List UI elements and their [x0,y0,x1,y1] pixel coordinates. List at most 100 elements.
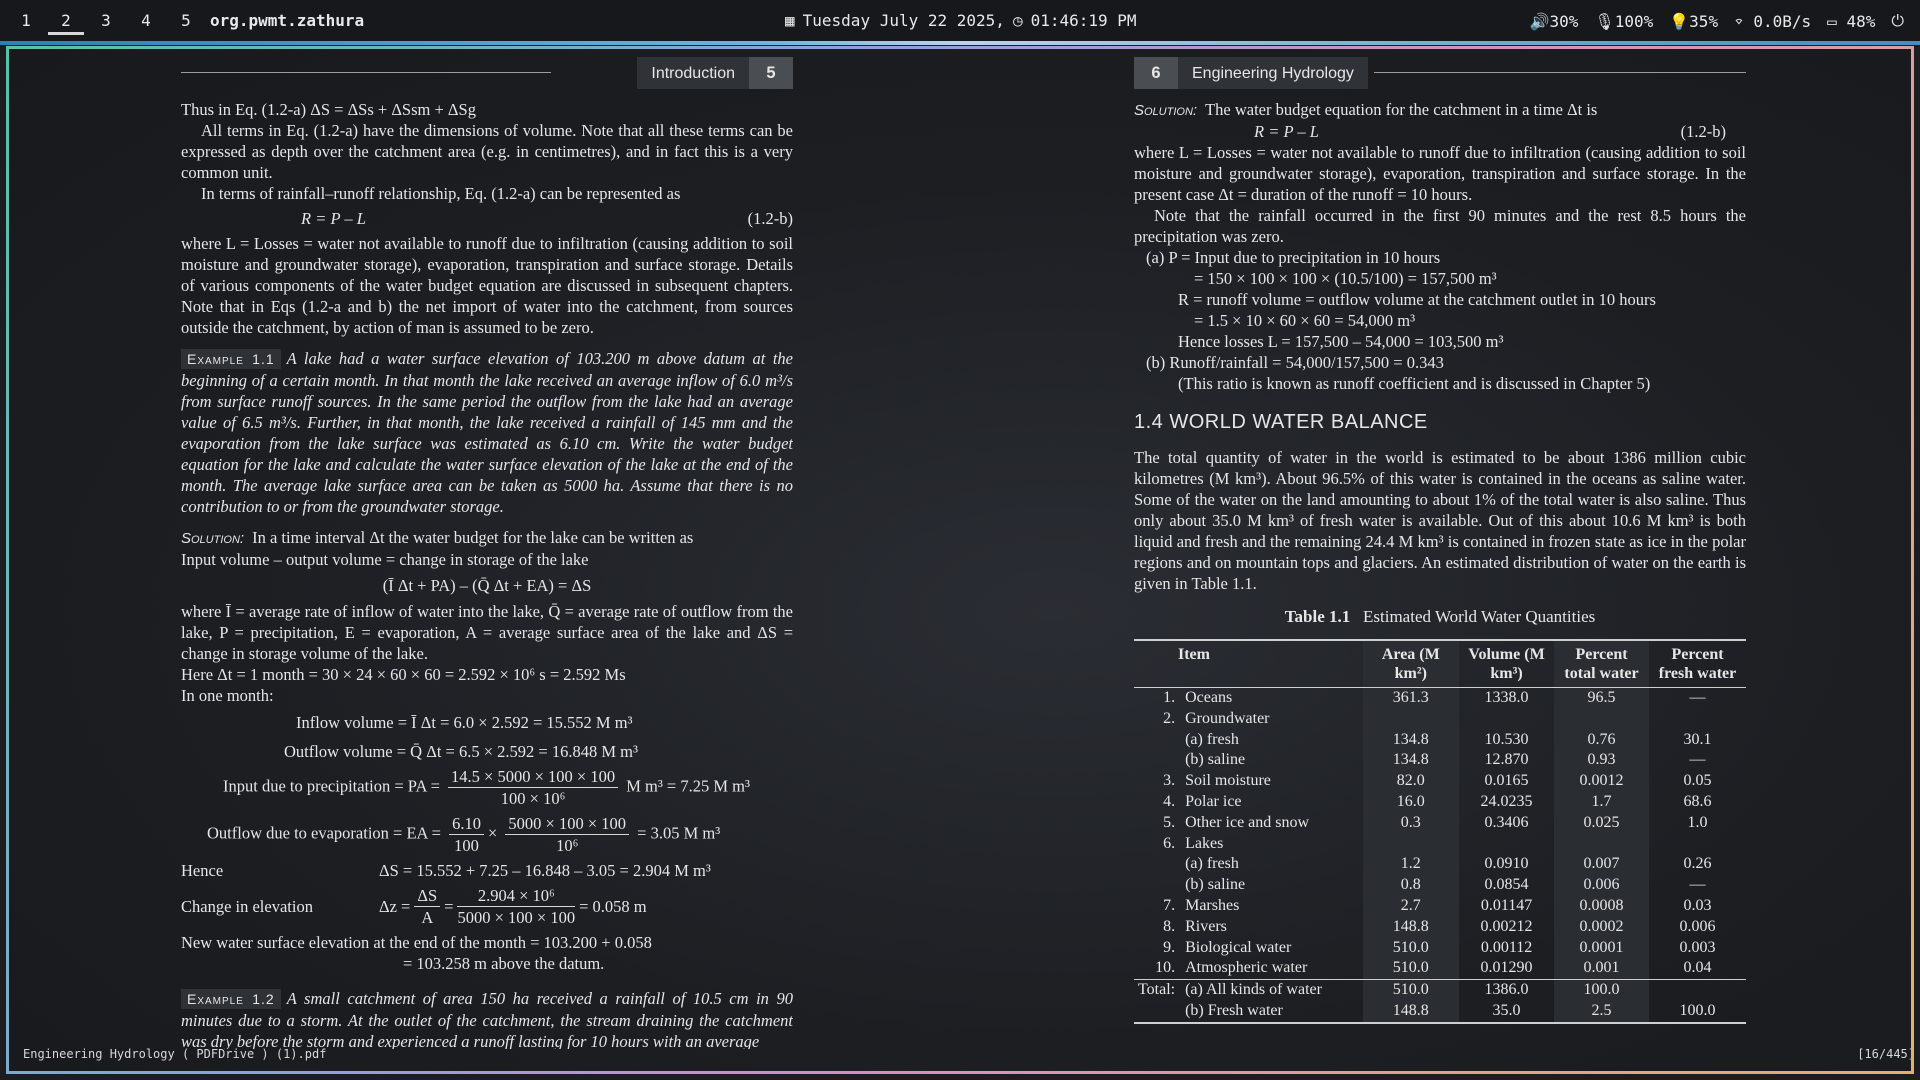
workspace-3[interactable]: 3 [88,11,124,30]
table-cell: Atmospheric water [1185,959,1308,977]
page-indicator: [16/445] [1857,1047,1914,1061]
table-cell: 0.00212 [1480,917,1533,935]
table-cell [1134,875,1181,896]
section-heading: 1.4 WORLD WATER BALANCE [1134,411,1428,433]
battery-icon: ▭ [1827,11,1837,31]
table-cell: 96.5 [1554,687,1650,709]
clock[interactable]: ▦ Tuesday July 22 2025, ◷ 01:46:19 PM [785,11,1137,30]
table-cell [1459,709,1554,730]
table-cell: (b) saline [1185,876,1246,894]
accent-strip [0,41,1920,45]
table-cell: Polar ice [1185,792,1242,810]
paragraph: In one month: [181,686,274,705]
equation-text: = 0.058 m [579,897,647,916]
table-cell: (a) fresh [1185,730,1239,748]
equation-text: Outflow due to evaporation = EA = [207,823,441,843]
table-cell: 510.0 [1362,958,1460,980]
table-cell: Biological water [1185,938,1292,956]
volume-indicator[interactable]: 🔊30% [1530,12,1579,31]
equation: R = P – L (1.2-b) [181,208,793,229]
equation-tag: (1.2-b) [1680,122,1726,141]
table-cell: 0.001 [1554,958,1650,980]
fraction: 6.10 100 [449,813,484,856]
table-cell: 2.7 [1362,895,1460,917]
table-cell [1134,730,1181,751]
table-row: (b) saline 134.8 12.870 0.93 — [1134,750,1746,772]
pdf-page-left: Introduction 5 Thus in Eq. (1.2-a) ΔS = … [181,49,793,1049]
paragraph: In terms of rainfall–runoff relationship… [201,184,681,203]
table-row: 6. Lakes [1134,833,1746,855]
battery-value: 48% [1846,11,1876,31]
time-text: 01:46:19 PM [1030,11,1137,30]
network-indicator[interactable]: ⌔ 0.0B/s [1734,12,1811,31]
solution-label: Solution: [181,530,245,547]
paragraph: = 1.5 × 10 × 60 × 60 = 54,000 m³ [1194,311,1416,330]
battery-indicator[interactable]: ▭ 48% [1827,12,1875,31]
table-cell: 148.8 [1362,1000,1460,1022]
table-cell: 35.0 [1492,1001,1521,1019]
fraction-denominator: 100 × 10⁶ [500,789,566,808]
table-cell: (a) fresh [1185,855,1239,873]
equation: R = P – L (1.2-b) [1134,121,1746,142]
table-row: (b) saline 0.8 0.0854 0.006 — [1134,875,1746,896]
table-cell: 0.93 [1554,750,1650,772]
workspace-5[interactable]: 5 [168,11,204,30]
paragraph: New water surface elevation at the end o… [181,933,652,952]
table-cell: 100.0 [1679,1001,1716,1019]
table-header-row: Item Area (M km²) Volume (M km³) Percent… [1134,641,1746,688]
paragraph: (a) P = Input due to precipitation in 10… [1146,248,1441,267]
table-cell [1649,979,1746,1001]
table-cell: 8. [1163,917,1176,935]
table-cell: 0.006 [1554,875,1650,896]
table-row: 7. Marshes 2.7 0.01147 0.0008 0.03 [1134,895,1746,917]
table-cell: 12.870 [1484,751,1529,769]
solution-text: The water budget equation for the catchm… [1205,100,1598,119]
equation-text: Δz = [379,897,411,916]
brightness-indicator[interactable]: 💡35% [1669,12,1718,31]
equation-text: Input due to precipitation = PA = [223,776,440,796]
workspace-2[interactable]: 2 [48,11,84,35]
table-row: 10. Atmospheric water 510.0 0.01290 0.001 0.0… [1134,958,1746,980]
table-cell [1134,750,1181,771]
status-bar: Engineering Hydrology ( PDFDrive ) (1).p… [17,1047,1914,1067]
brightness-value: 35% [1689,11,1719,31]
table-cell: 9. [1163,938,1176,956]
table-cell: 134.8 [1362,750,1460,772]
paragraph: Thus in Eq. (1.2-a) ΔS = ΔSs + ΔSsm + ΔS… [181,100,476,119]
equation: (Ī Δt + PA) – (Q̄ Δt + EA) = ΔS [382,576,592,595]
page-header: Introduction 5 [181,57,793,89]
workspace-1[interactable]: 1 [8,11,44,30]
table-cell: 0.0910 [1484,855,1529,873]
table-cell: 0.76 [1554,729,1650,751]
power-icon[interactable]: ⏻ [1891,11,1904,31]
table-cell: 0.0165 [1484,772,1529,790]
paragraph: Note that the rainfall occurred in the f… [1134,206,1746,246]
table-cell: Marshes [1185,896,1240,914]
table-row: (a) fresh 1.2 0.0910 0.007 0.26 [1134,854,1746,876]
equation-text: ΔS = 15.552 + 7.25 – 16.848 – 3.05 = 2.9… [379,861,711,880]
paragraph: R = runoff volume = outflow volume at th… [1178,290,1656,309]
pdf-viewer[interactable]: Introduction 5 Thus in Eq. (1.2-a) ΔS = … [6,46,1914,1074]
table-cell [1649,834,1746,855]
table-row: 4. Polar ice 16.0 24.0235 1.7 68.6 [1134,791,1746,813]
equation-text: = 3.05 M m³ [637,823,721,843]
table-cell: 134.8 [1362,729,1460,751]
equation: Hence ΔS = 15.552 + 7.25 – 16.848 – 3.05… [181,860,793,881]
table-cell: (b) Fresh water [1185,1001,1283,1019]
table-row: (a) fresh 134.8 10.530 0.76 30.1 [1134,729,1746,751]
date-text: Tuesday July 22 2025, [802,11,1005,30]
table-cell: 0.007 [1554,854,1650,876]
mic-indicator[interactable]: 🎙100% [1594,12,1653,31]
col-header: Percent total water [1554,641,1650,688]
fraction-denominator: 100 [454,836,479,855]
table-cell: 0.003 [1679,938,1716,956]
table-caption: Table 1.1 Estimated World Water Quantiti… [1134,606,1746,627]
pdf-page-right: 6 Engineering Hydrology Solution: The wat… [1134,49,1746,1049]
workspace-4[interactable]: 4 [128,11,164,30]
table-cell: 100.0 [1554,979,1650,1001]
mic-value: 100% [1614,11,1654,31]
equation-text: R = P – L [301,209,366,228]
example-text: A lake had a water surface elevation of … [181,349,793,516]
table-cell: 1.2 [1362,854,1460,876]
table-cell: 0.006 [1679,917,1716,935]
